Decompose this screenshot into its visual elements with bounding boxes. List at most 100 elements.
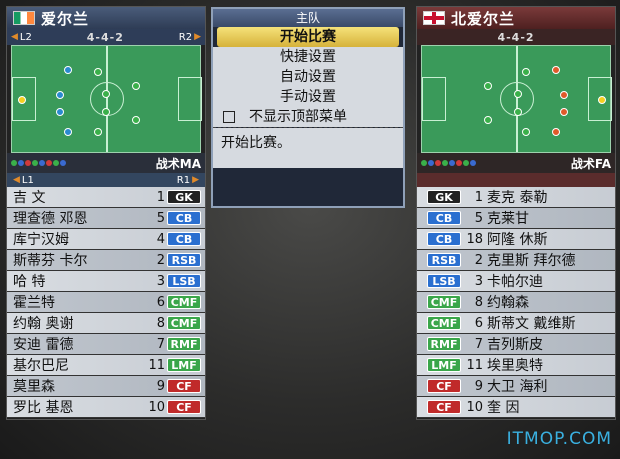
player-number: 8 (156, 315, 165, 331)
menu-item-quick-setup[interactable]: 快捷设置 (213, 47, 403, 67)
left-arrow-icon: ◀ (13, 175, 20, 185)
player-name: 奎 因 (487, 400, 520, 416)
player-number: 9 (156, 378, 165, 394)
position-badge: CF (167, 400, 201, 414)
position-badge: CMF (167, 295, 201, 309)
player-row[interactable]: CF 10 奎 因 (417, 397, 615, 418)
player-row[interactable]: GK 1 麦克 泰勒 (417, 187, 615, 208)
player-number: 3 (474, 273, 483, 289)
player-marker (484, 82, 492, 90)
player-name: 阿隆 休斯 (487, 232, 548, 248)
player-name: 约翰森 (487, 295, 529, 311)
player-row[interactable]: 约翰 奥谢 8 CMF (7, 313, 205, 334)
player-marker (598, 96, 606, 104)
home-team-panel: 爱尔兰 ◀ L2 4-4-2 R2 ▶ 战术MA ◀ L1 R1 ▶ 吉 文 1 GK 理查德… (6, 6, 206, 420)
home-formation: 4-4-2 (86, 30, 124, 44)
player-number: 1 (474, 189, 483, 205)
away-tactic-label: 战术FA (570, 156, 611, 171)
position-badge: LSB (427, 274, 461, 288)
away-formation-bar: 4-4-2 (417, 29, 615, 45)
player-row[interactable]: RMF 7 吉列斯皮 (417, 334, 615, 355)
player-name: 埃里奥特 (487, 358, 543, 374)
tactic-dots-icon (421, 160, 476, 166)
player-marker (552, 66, 560, 74)
l2-shoulder-button[interactable]: ◀ L2 (11, 32, 32, 43)
position-badge: CB (427, 211, 461, 225)
player-row[interactable]: 霍兰特 6 CMF (7, 292, 205, 313)
player-row[interactable]: RSB 2 克里斯 拜尔德 (417, 250, 615, 271)
player-number: 2 (156, 252, 165, 268)
away-team-name: 北爱尔兰 (451, 9, 516, 28)
right-arrow-icon: ▶ (194, 32, 201, 42)
player-marker (64, 66, 72, 74)
player-number: 18 (466, 231, 483, 247)
player-number: 7 (156, 336, 165, 352)
player-number: 5 (474, 210, 483, 226)
hide-top-menu-checkbox[interactable]: 不显示顶部菜单 (213, 107, 403, 127)
menu-title: 主队 (213, 9, 403, 27)
player-number: 6 (156, 294, 165, 310)
team-menu: 主队 开始比赛 快捷设置 自动设置 手动设置 不显示顶部菜单 开始比赛。 (211, 7, 405, 208)
player-marker (560, 108, 568, 116)
player-marker (132, 82, 140, 90)
pitch-line (422, 77, 446, 121)
player-row[interactable]: 吉 文 1 GK (7, 187, 205, 208)
player-name: 安迪 雷德 (13, 337, 74, 353)
position-badge: CB (167, 232, 201, 246)
player-number: 4 (156, 231, 165, 247)
player-name: 吉列斯皮 (487, 337, 543, 353)
away-pitch-diagram[interactable] (421, 45, 612, 153)
position-badge: CF (167, 379, 201, 393)
player-row[interactable]: CF 9 大卫 海利 (417, 376, 615, 397)
home-pitch-diagram[interactable] (11, 45, 202, 153)
player-row[interactable]: LMF 11 埃里奥特 (417, 355, 615, 376)
player-name: 大卫 海利 (487, 379, 548, 395)
player-marker (522, 68, 530, 76)
menu-item-manual-setup[interactable]: 手动设置 (213, 87, 403, 107)
home-roster-list: 吉 文 1 GK 理查德 邓恩 5 CB 库宁汉姆 4 CB 斯蒂芬 卡尔 2 RSB 哈 特 3 LSB 霍… (7, 187, 205, 418)
player-row[interactable]: CB 18 阿隆 休斯 (417, 229, 615, 250)
player-row[interactable]: 理查德 邓恩 5 CB (7, 208, 205, 229)
player-row[interactable]: 基尔巴尼 11 LMF (7, 355, 205, 376)
position-badge: RMF (167, 337, 201, 351)
player-row[interactable]: 莫里森 9 CF (7, 376, 205, 397)
position-badge: LMF (427, 358, 461, 372)
player-row[interactable]: CMF 6 斯蒂文 戴维斯 (417, 313, 615, 334)
player-row[interactable]: CB 5 克莱甘 (417, 208, 615, 229)
player-row[interactable]: 安迪 雷德 7 RMF (7, 334, 205, 355)
player-marker (56, 108, 64, 116)
home-formation-bar: ◀ L2 4-4-2 R2 ▶ (7, 29, 205, 45)
r2-shoulder-button[interactable]: R2 ▶ (179, 32, 201, 43)
away-team-panel: 北爱尔兰 4-4-2 战术FA GK 1 麦克 泰勒 CB 5 克莱甘 CB 18 阿隆 休斯 R… (416, 6, 616, 420)
player-marker (560, 91, 568, 99)
left-arrow-icon: ◀ (11, 32, 18, 42)
l1-shoulder-button[interactable]: ◀ L1 (13, 175, 34, 186)
menu-item-start-match[interactable]: 开始比赛 (217, 27, 399, 47)
position-badge: CMF (427, 316, 461, 330)
menu-item-auto-setup[interactable]: 自动设置 (213, 67, 403, 87)
position-badge: RSB (167, 253, 201, 267)
player-number: 10 (466, 399, 483, 415)
player-number: 8 (474, 294, 483, 310)
player-row[interactable]: 斯蒂芬 卡尔 2 RSB (7, 250, 205, 271)
position-badge: LMF (167, 358, 201, 372)
player-row[interactable]: LSB 3 卡帕尔迪 (417, 271, 615, 292)
home-tactics-row: 战术MA (7, 153, 205, 173)
r1-shoulder-button[interactable]: R1 ▶ (177, 175, 199, 186)
position-badge: RMF (427, 337, 461, 351)
menu-list: 开始比赛 快捷设置 自动设置 手动设置 不显示顶部菜单 (213, 27, 403, 127)
player-row[interactable]: 罗比 基恩 10 CF (7, 397, 205, 418)
player-number: 1 (156, 189, 165, 205)
player-row[interactable]: 哈 特 3 LSB (7, 271, 205, 292)
player-name: 麦克 泰勒 (487, 190, 548, 206)
position-badge: RSB (427, 253, 461, 267)
player-row[interactable]: CMF 8 约翰森 (417, 292, 615, 313)
player-row[interactable]: 库宁汉姆 4 CB (7, 229, 205, 250)
player-name: 哈 特 (13, 274, 46, 290)
player-number: 5 (156, 210, 165, 226)
player-name: 莫里森 (13, 379, 55, 395)
player-marker (102, 90, 110, 98)
flag-ireland-icon (13, 11, 35, 25)
home-team-header: 爱尔兰 (7, 7, 205, 29)
player-marker (94, 68, 102, 76)
